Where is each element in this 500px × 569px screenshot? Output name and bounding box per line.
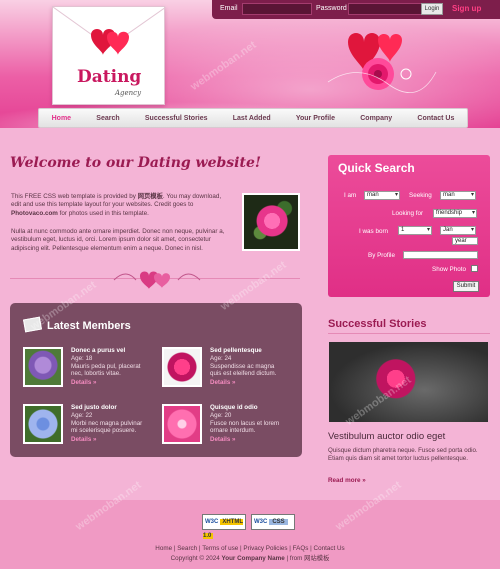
welcome-brand: 网页模板: [137, 193, 163, 200]
member-photo[interactable]: [23, 404, 63, 444]
stories-title: Successful Stories: [328, 318, 427, 330]
member-age: Age: 24: [210, 355, 232, 362]
quick-search-title: Quick Search: [338, 161, 415, 175]
welcome-site-link[interactable]: Photovaco.com: [11, 210, 58, 217]
welcome-paragraph-1: This FREE CSS web template is provided b…: [11, 193, 233, 218]
main-nav: Home Search Successful Stories Last Adde…: [38, 108, 468, 128]
email-label: Email: [220, 5, 238, 12]
css-badge-label: CSS: [269, 519, 288, 525]
footer-links: Home | Search | Terms of use | Privacy P…: [155, 545, 345, 552]
company-name-link[interactable]: Your Company Name: [221, 555, 284, 562]
member-details-link[interactable]: Details »: [71, 436, 96, 443]
css-badge[interactable]: W3C CSS: [251, 514, 295, 530]
submit-button[interactable]: Submit: [453, 281, 479, 292]
footer-link-faqs[interactable]: FAQs: [293, 545, 309, 552]
member-desc-2: mi scelerisque posuere.: [71, 427, 137, 434]
member-desc-2: nec, lobortis vitae.: [71, 370, 121, 377]
welcome-text-c: for photos used in this template.: [57, 209, 149, 217]
looking-for-label: Looking for: [392, 210, 424, 217]
password-label: Password: [316, 5, 347, 12]
hearts-divider-icon: [113, 271, 201, 289]
copyright-text: Copyright © 2024: [170, 555, 222, 562]
member-age: Age: 22: [71, 412, 93, 419]
email-input[interactable]: [242, 3, 312, 15]
latest-members-panel: Latest Members Donec a purus vel Age: 18…: [10, 303, 302, 457]
login-button[interactable]: Login: [421, 3, 443, 15]
logo-envelope[interactable]: Dating Agency: [52, 6, 166, 105]
footer-link-search[interactable]: Search: [177, 545, 197, 552]
footer-link-home[interactable]: Home: [155, 545, 172, 552]
footer-copyright: Copyright © 2024 Your Company Name | fro…: [0, 553, 500, 562]
stories-read-more-link[interactable]: Read more »: [328, 477, 366, 484]
css-badge-w3c: W3C: [254, 519, 268, 525]
member-card[interactable]: Donec a purus vel Age: 18 Mauris peda pu…: [23, 347, 153, 393]
member-details-link[interactable]: Details »: [71, 379, 96, 386]
member-name[interactable]: Sed pellentesque: [210, 347, 262, 354]
photo-icon: [23, 316, 42, 333]
welcome-flower-image: [242, 193, 300, 251]
footer-link-terms[interactable]: Terms of use: [202, 545, 238, 552]
born-year-input[interactable]: year: [452, 237, 478, 245]
seeking-select[interactable]: man: [440, 191, 476, 200]
stories-subtitle: Vestibulum auctor odio eget: [328, 431, 446, 442]
password-input[interactable]: [348, 3, 426, 15]
born-month-select[interactable]: Jan: [440, 226, 476, 235]
member-desc-2: ornare interdum.: [210, 427, 256, 434]
i-am-label: I am: [344, 192, 357, 199]
nav-successful-stories[interactable]: Successful Stories: [145, 115, 208, 122]
member-age: Age: 18: [71, 355, 93, 362]
show-photo-label: Show Photo: [432, 266, 466, 273]
nav-contact-us[interactable]: Contact Us: [417, 115, 454, 122]
hearts-rose-art: [327, 33, 437, 93]
nav-your-profile[interactable]: Your Profile: [296, 115, 335, 122]
footer-link-contact[interactable]: Contact Us: [314, 545, 345, 552]
member-age: Age: 20: [210, 412, 232, 419]
nav-search[interactable]: Search: [96, 115, 119, 122]
latest-members-title: Latest Members: [47, 320, 131, 332]
welcome-title: Welcome to our Dating website!: [10, 155, 262, 171]
stories-divider: [328, 333, 490, 334]
quick-search-panel: Quick Search I am man Seeking man Lookin…: [328, 155, 490, 297]
welcome-paragraph-2: Nulla at nunc commodo ante ornare imperd…: [11, 228, 225, 252]
member-card[interactable]: Quisque id odio Age: 20 Fusce non lacus …: [162, 404, 292, 450]
xhtml-badge-w3c: W3C: [205, 519, 219, 525]
seeking-label: Seeking: [409, 192, 432, 199]
signup-link[interactable]: Sign up: [452, 4, 481, 13]
stories-rose-image: [329, 342, 488, 422]
born-day-select[interactable]: 1: [398, 226, 432, 235]
member-name[interactable]: Donec a purus vel: [71, 347, 125, 354]
logo-title: Dating: [77, 67, 142, 87]
member-details-link[interactable]: Details »: [210, 379, 235, 386]
looking-for-select[interactable]: friendship: [433, 209, 477, 218]
member-name[interactable]: Sed justo dolor: [71, 404, 117, 411]
member-card[interactable]: Sed pellentesque Age: 24 Suspendisse ac …: [162, 347, 292, 393]
member-details-link[interactable]: Details »: [210, 436, 235, 443]
nav-home[interactable]: Home: [52, 115, 71, 122]
by-profile-label: By Profile: [368, 252, 395, 259]
member-card[interactable]: Sed justo dolor Age: 22 Morbi nec magna …: [23, 404, 153, 450]
footer-link-privacy[interactable]: Privacy Policies: [243, 545, 287, 552]
member-name[interactable]: Quisque id odio: [210, 404, 258, 411]
member-desc-2: quis est eleifend dictum.: [210, 370, 277, 377]
show-photo-checkbox[interactable]: [471, 265, 478, 272]
i-am-select[interactable]: man: [364, 191, 400, 200]
xhtml-badge[interactable]: W3C XHTML 1.0: [202, 514, 246, 539]
member-photo[interactable]: [162, 404, 202, 444]
born-label: I was born: [359, 228, 389, 235]
member-photo[interactable]: [23, 347, 63, 387]
logo-subtitle: Agency: [115, 89, 142, 97]
welcome-text-a: This FREE CSS web template is provided b…: [11, 193, 138, 200]
member-photo[interactable]: [162, 347, 202, 387]
copyright-source: | from 网站模板: [284, 555, 330, 562]
nav-last-added[interactable]: Last Added: [233, 115, 271, 122]
stories-text: Quisque dictum pharetra neque. Fusce sed…: [328, 447, 478, 462]
nav-company[interactable]: Company: [360, 115, 392, 122]
by-profile-input[interactable]: [403, 251, 478, 259]
hearts-icon: [91, 29, 129, 55]
